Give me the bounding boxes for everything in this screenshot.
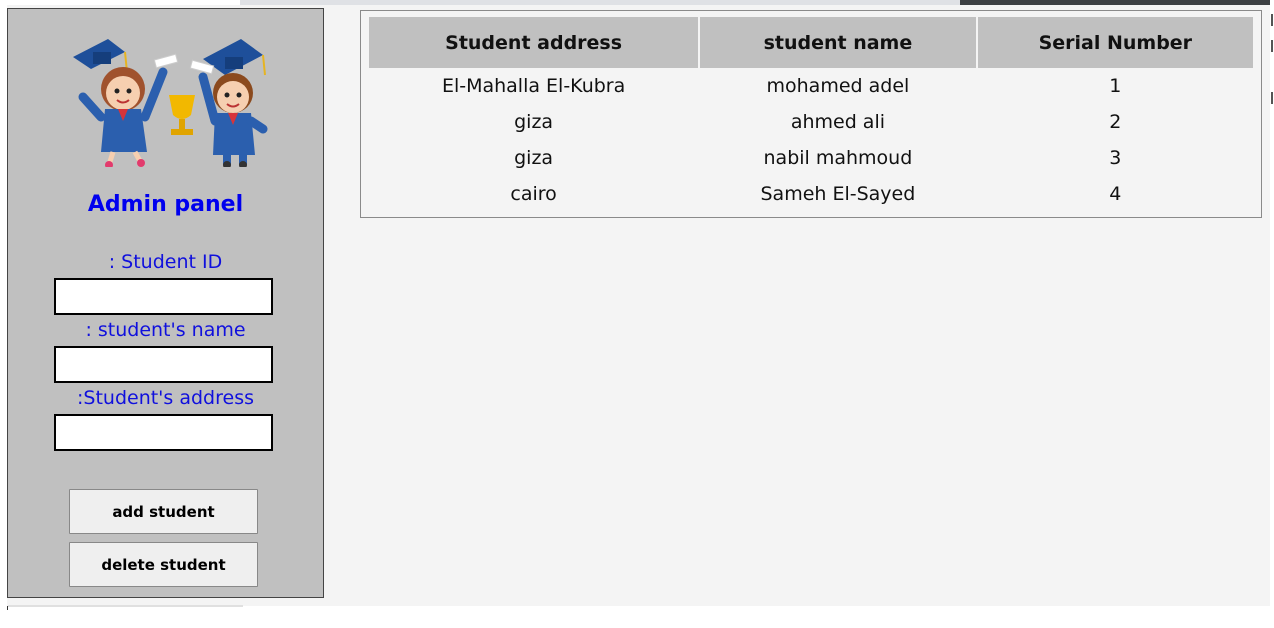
bottom-divider: [8, 605, 243, 607]
cell-address: cairo: [510, 183, 557, 205]
cell-serial: 4: [1109, 183, 1122, 205]
page: Admin panel : Student ID : student's nam…: [0, 0, 1274, 628]
bottom-mark: [7, 606, 8, 610]
header-student-name: student name: [700, 17, 976, 68]
cell-serial: 3: [1109, 147, 1122, 169]
table-row: cairo Sameh El-Sayed 4: [369, 176, 1253, 212]
admin-panel-title: Admin panel: [87, 192, 244, 217]
trophy-icon: [169, 95, 195, 135]
kid-left-icon: [73, 39, 179, 167]
cell-name: nabil mahmoud: [763, 147, 913, 169]
header-serial-number: Serial Number: [977, 17, 1253, 68]
table-row: giza ahmed ali 2: [369, 104, 1253, 140]
graduation-kids-logo-icon: [73, 39, 268, 167]
student-id-label: : Student ID: [108, 251, 223, 273]
add-student-button[interactable]: add student: [69, 489, 258, 534]
cell-name: Sameh El-Sayed: [760, 183, 916, 205]
student-name-label: : student's name: [85, 319, 246, 341]
students-table-container: Student address student name Serial Numb…: [360, 10, 1262, 218]
table-row: giza nabil mahmoud 3: [369, 140, 1253, 176]
kid-right-icon: [189, 39, 268, 167]
edge-mark: [1271, 14, 1273, 26]
students-table: Student address student name Serial Numb…: [367, 17, 1255, 212]
delete-student-button[interactable]: delete student: [69, 542, 258, 587]
edge-mark: [1271, 92, 1273, 104]
cell-address: giza: [514, 111, 554, 133]
edge-mark: [1271, 40, 1273, 52]
student-name-input[interactable]: [54, 346, 273, 383]
header-student-address: Student address: [369, 17, 699, 68]
table-row: El-Mahalla El-Kubra mohamed adel 1: [369, 68, 1253, 104]
student-address-label: :Student's address: [76, 387, 254, 409]
cell-address: giza: [514, 147, 554, 169]
table-header-row: Student address student name Serial Numb…: [369, 17, 1253, 68]
cell-serial: 1: [1109, 75, 1122, 97]
student-id-input[interactable]: [54, 278, 273, 315]
admin-sidebar: Admin panel : Student ID : student's nam…: [7, 8, 324, 598]
student-address-input[interactable]: [54, 414, 273, 451]
cell-address: El-Mahalla El-Kubra: [441, 75, 626, 97]
cell-name: ahmed ali: [790, 111, 885, 133]
cell-serial: 2: [1109, 111, 1122, 133]
cell-name: mohamed adel: [766, 75, 910, 97]
